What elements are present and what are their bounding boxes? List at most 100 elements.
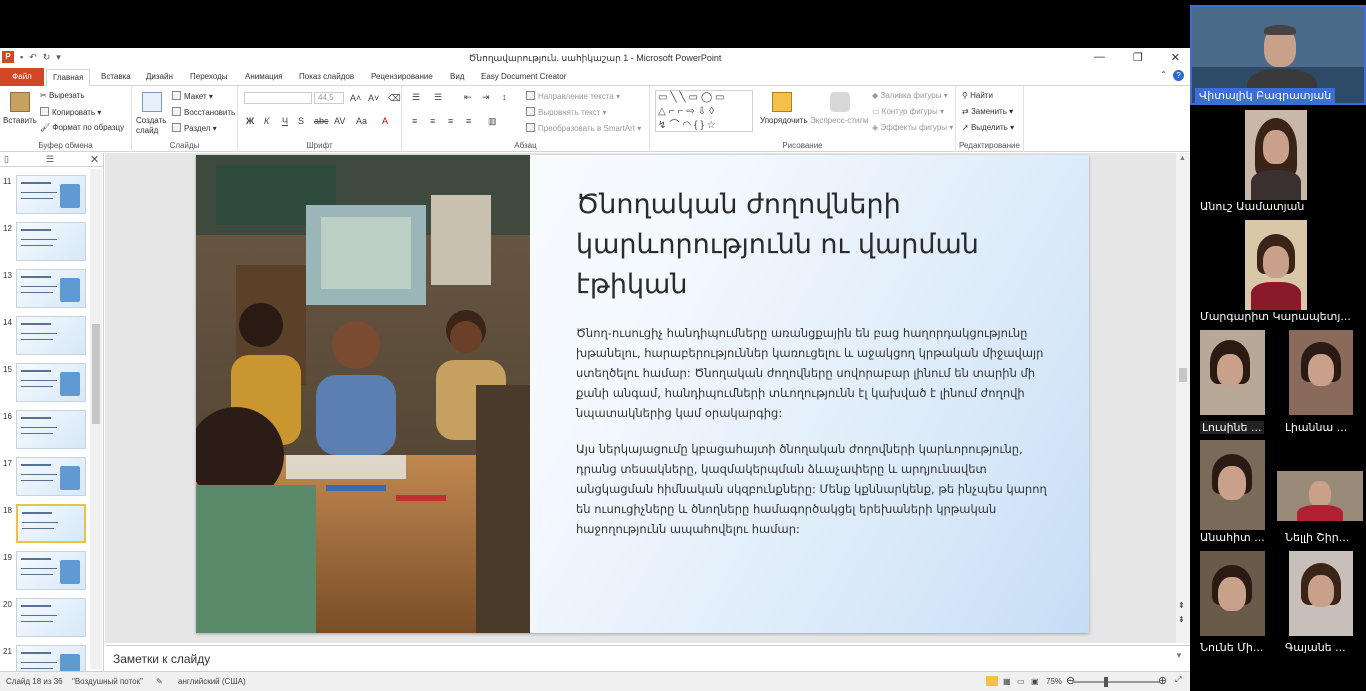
tab-design[interactable]: Дизайн xyxy=(146,72,173,81)
tab-transitions[interactable]: Переходы xyxy=(190,72,228,81)
slide-scrollbar[interactable]: ▲ ⇞ ⇟ xyxy=(1176,153,1190,643)
slide-paragraph-1[interactable]: Ծնող-ուսուցիչ հանդիպումները առանցքային ե… xyxy=(576,323,1056,423)
decrease-indent-icon[interactable]: ⇤ xyxy=(464,92,472,103)
reading-view-icon[interactable]: ▭ xyxy=(1017,677,1025,686)
section-button[interactable]: Раздел ▾ xyxy=(172,123,217,133)
scroll-up-icon[interactable]: ▲ xyxy=(1179,155,1186,162)
align-left-icon[interactable]: ≡ xyxy=(412,116,417,126)
new-slide-icon[interactable] xyxy=(142,92,162,112)
grow-font-icon[interactable]: A˄ xyxy=(350,93,361,103)
zoom-slider[interactable] xyxy=(1072,677,1160,687)
help-icon[interactable]: ? xyxy=(1173,70,1184,81)
arrange-button[interactable]: Упорядочить xyxy=(760,116,808,125)
quick-styles-icon[interactable] xyxy=(830,92,850,112)
line-spacing-icon[interactable]: ↕ xyxy=(502,92,507,102)
slide-thumbnail[interactable] xyxy=(16,269,86,308)
tab-view[interactable]: Вид xyxy=(450,72,464,81)
notes-scroll-down-icon[interactable]: ▼ xyxy=(1175,651,1183,660)
collapse-ribbon-icon[interactable]: ⌃ xyxy=(1160,70,1167,81)
participant-tile-active[interactable]: Վիտալիկ Բագրատյան xyxy=(1190,5,1366,105)
find-button[interactable]: ⚲ Найти xyxy=(962,91,993,100)
char-spacing-icon[interactable]: AV xyxy=(334,116,345,126)
slide-thumbnail[interactable] xyxy=(16,222,86,261)
select-button[interactable]: ➚ Выделить ▾ xyxy=(962,123,1014,132)
shapes-gallery[interactable]: ▭╲╲▭◯▭ △⌐⌐⇨⇩◊ ↯⌒◠{}☆ xyxy=(655,90,753,132)
slide-sorter-icon[interactable]: ▦ xyxy=(1003,677,1011,686)
tab-file[interactable]: Файл xyxy=(0,68,44,86)
slide-thumbnail[interactable] xyxy=(16,551,86,590)
scrollbar-thumb[interactable] xyxy=(92,324,100,424)
font-name-combo[interactable] xyxy=(244,92,312,104)
shape-fill-button[interactable]: ◆ Заливка фигуры ▾ xyxy=(872,91,948,100)
strikethrough-icon[interactable]: abc xyxy=(314,116,329,126)
thumbnails-scrollbar[interactable] xyxy=(90,169,102,669)
slide-thumbnail[interactable] xyxy=(16,363,86,402)
tab-home[interactable]: Главная xyxy=(46,69,91,87)
columns-icon[interactable]: ▥ xyxy=(488,116,497,127)
text-direction-button[interactable]: Направление текста ▾ xyxy=(526,91,620,101)
close-pane-icon[interactable]: ✕ xyxy=(90,153,99,166)
align-text-button[interactable]: Выровнять текст ▾ xyxy=(526,107,607,117)
shape-effects-button[interactable]: ◈ Эффекты фигуры ▾ xyxy=(872,123,953,132)
convert-smartart-button[interactable]: Преобразовать в SmartArt ▾ xyxy=(526,123,641,133)
font-color-icon[interactable]: A xyxy=(382,116,388,126)
slide-thumbnail[interactable] xyxy=(16,504,86,543)
participant-video-8[interactable] xyxy=(1200,551,1265,636)
zoom-in-icon[interactable]: ⊕ xyxy=(1158,674,1167,687)
scrollbar-thumb[interactable] xyxy=(1179,368,1187,382)
italic-icon[interactable]: К xyxy=(264,116,269,126)
fit-to-window-icon[interactable]: ⤢ xyxy=(1175,675,1181,685)
reset-button[interactable]: Восстановить xyxy=(172,107,235,117)
outline-tab-icon[interactable]: ☰ xyxy=(46,154,54,165)
paste-button[interactable]: Вставить xyxy=(3,116,37,125)
justify-icon[interactable]: ≡ xyxy=(466,116,471,126)
bullets-icon[interactable]: ☰ xyxy=(412,92,420,103)
increase-indent-icon[interactable]: ⇥ xyxy=(482,92,490,103)
numbering-icon[interactable]: ☰ xyxy=(434,92,442,103)
replace-button[interactable]: ⇄ Заменить ▾ xyxy=(962,107,1013,116)
slide-title[interactable]: Ծնողական ժողովների կարևորությունն ու վար… xyxy=(576,185,1016,305)
restore-icon[interactable]: ❐ xyxy=(1133,51,1143,64)
change-case-icon[interactable]: Aa xyxy=(356,116,367,126)
align-right-icon[interactable]: ≡ xyxy=(448,116,453,126)
normal-view-icon[interactable] xyxy=(986,676,998,686)
notes-placeholder[interactable]: Заметки к слайду xyxy=(113,652,210,666)
paste-icon[interactable] xyxy=(10,92,30,112)
participant-video-3[interactable] xyxy=(1245,220,1307,310)
tab-review[interactable]: Рецензирование xyxy=(371,72,433,81)
new-slide-button[interactable]: Создать слайд xyxy=(136,116,170,136)
participant-video-5[interactable] xyxy=(1289,330,1353,415)
tab-easy-document-creator[interactable]: Easy Document Creator xyxy=(481,72,566,81)
next-slide-icon[interactable]: ⇟ xyxy=(1178,615,1185,624)
participant-video-9[interactable] xyxy=(1289,551,1353,636)
participant-video-4[interactable] xyxy=(1200,330,1265,415)
notes-pane[interactable]: Заметки к слайду ▼ xyxy=(105,645,1190,671)
slide-thumbnail[interactable] xyxy=(16,316,86,355)
layout-button[interactable]: Макет ▾ xyxy=(172,91,213,101)
cut-button[interactable]: ✂ Вырезать xyxy=(40,91,85,100)
slide-paragraph-2[interactable]: Այս ներկայացումը կբացահայտի ծնողական ժող… xyxy=(576,439,1056,539)
shadow-icon[interactable]: S xyxy=(298,116,304,126)
arrange-icon[interactable] xyxy=(772,92,792,112)
clear-format-icon[interactable]: ⌫ xyxy=(388,93,401,104)
participant-video-6[interactable] xyxy=(1200,440,1265,530)
underline-icon[interactable]: Ч xyxy=(282,116,288,126)
quick-styles-button[interactable]: Экспресс-стили xyxy=(810,116,869,125)
slides-tab-icon[interactable]: ▯ xyxy=(4,154,9,165)
slide-thumbnail[interactable] xyxy=(16,175,86,214)
shape-outline-button[interactable]: ▭ Контур фигуры ▾ xyxy=(872,107,944,116)
minimize-icon[interactable]: — xyxy=(1094,51,1105,64)
align-center-icon[interactable]: ≡ xyxy=(430,116,435,126)
slideshow-icon[interactable]: ▣ xyxy=(1031,677,1039,686)
tab-slideshow[interactable]: Показ слайдов xyxy=(299,72,354,81)
close-icon[interactable]: ✕ xyxy=(1171,51,1180,64)
language-indicator[interactable]: английский (США) xyxy=(178,677,246,686)
shrink-font-icon[interactable]: A˅ xyxy=(368,93,379,103)
zoom-level[interactable]: 75% xyxy=(1046,677,1062,686)
classroom-photo[interactable] xyxy=(196,155,530,633)
participant-video-7[interactable] xyxy=(1277,471,1363,521)
prev-slide-icon[interactable]: ⇞ xyxy=(1178,601,1185,610)
current-slide[interactable]: Ծնողական ժողովների կարևորությունն ու վար… xyxy=(196,155,1089,633)
format-painter-button[interactable]: 🖌 Формат по образцу xyxy=(40,123,124,132)
zoom-slider-thumb[interactable] xyxy=(1104,677,1108,687)
